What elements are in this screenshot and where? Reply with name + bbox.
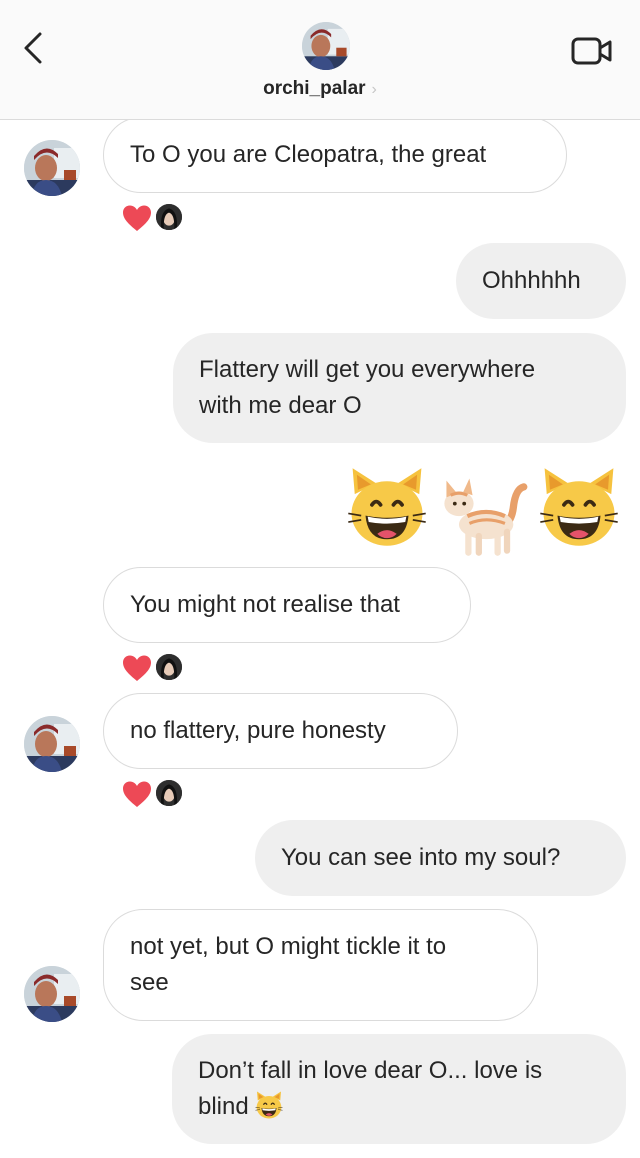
sender-avatar[interactable] <box>24 716 80 772</box>
heart-icon <box>122 780 152 808</box>
message-bubble-outgoing[interactable]: You can see into my soul? <box>255 820 626 896</box>
reactor-avatar <box>154 778 184 808</box>
reaction[interactable] <box>122 778 192 810</box>
message-bubble-outgoing[interactable]: Ohhhhhh <box>456 243 626 319</box>
video-call-button[interactable] <box>570 34 614 68</box>
message-bubble-outgoing[interactable]: Flattery will get you everywhere with me… <box>173 333 626 443</box>
heart-icon <box>122 204 152 232</box>
cat-emoji[interactable] <box>436 466 530 560</box>
grinning-cat-emoji <box>253 1090 285 1120</box>
reactor-avatar <box>154 652 184 682</box>
sender-avatar[interactable] <box>24 140 80 196</box>
message-text-line: Don’t fall in love dear O... love is <box>198 1057 543 1084</box>
message-bubble-incoming[interactable]: not yet, but O might tickle it to see <box>103 909 538 1021</box>
message-text: You can see into my soul? <box>281 844 561 871</box>
reactor-avatar <box>154 202 184 232</box>
chevron-left-icon <box>24 32 42 64</box>
message-text-line: Flattery will get you everywhere <box>199 356 536 383</box>
message-bubble-incoming[interactable]: no flattery, pure honesty <box>103 693 458 769</box>
message-text-line: with me dear O <box>199 392 362 419</box>
grinning-cat-emoji[interactable] <box>536 464 622 550</box>
message-text: no flattery, pure honesty <box>130 717 386 744</box>
message-text-line-with-emoji: blind <box>198 1089 600 1125</box>
message-text: Ohhhhhh <box>482 267 581 294</box>
message-text-line: blind <box>198 1093 249 1120</box>
message-bubble-incoming[interactable]: To O you are Cleopatra, the great <box>103 117 567 193</box>
message-text-line: not yet, but O might tickle it to <box>130 933 447 960</box>
heart-icon <box>122 654 152 682</box>
username-link[interactable]: orchi_palar › <box>0 78 640 100</box>
reaction[interactable] <box>122 652 192 684</box>
message-bubble-outgoing[interactable]: Don’t fall in love dear O... love is bli… <box>172 1034 626 1144</box>
header-avatar[interactable] <box>302 22 350 70</box>
grinning-cat-emoji[interactable] <box>344 464 430 550</box>
chevron-right-icon: › <box>371 81 377 98</box>
video-camera-icon <box>571 37 612 65</box>
chat-header: orchi_palar › <box>0 0 640 120</box>
back-button[interactable] <box>20 30 50 66</box>
message-text: To O you are Cleopatra, the great <box>130 141 487 168</box>
reaction[interactable] <box>122 202 192 234</box>
sender-avatar[interactable] <box>24 966 80 1022</box>
message-bubble-incoming[interactable]: You might not realise that <box>103 567 471 643</box>
message-text: You might not realise that <box>130 591 400 618</box>
username: orchi_palar <box>263 78 366 99</box>
message-text-line: see <box>130 969 169 996</box>
